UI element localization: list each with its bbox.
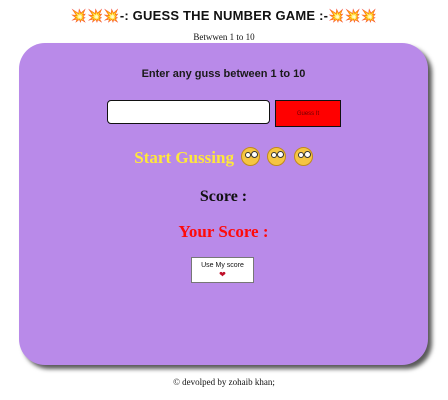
guess-button[interactable]: Guess It [275, 100, 341, 127]
dizzy-face-icon [293, 147, 313, 166]
score-label: Score : [199, 188, 248, 205]
use-score-button-label: Use My score [201, 262, 244, 269]
status-text: Start Gussing [134, 148, 234, 167]
status-message: Start Gussing [19, 147, 428, 168]
dizzy-face-icon [241, 147, 261, 166]
your-score-label: Your Score : [178, 222, 269, 241]
guess-prompt: Enter any guss between 1 to 10 [141, 68, 306, 80]
footer-credit: © devolped by zohaib khan; [173, 377, 275, 387]
guess-input[interactable] [107, 100, 270, 124]
dizzy-face-icon [267, 147, 287, 166]
game-card: Enter any guss between 1 to 10 Guess It … [19, 43, 428, 365]
page-subtitle: Betwwen 1 to 10 [193, 32, 255, 42]
heart-icon: ❤ [219, 270, 226, 279]
use-score-button[interactable]: Use My score ❤ [191, 257, 254, 283]
page-title: 💥💥💥-: GUESS THE NUMBER GAME :-💥💥💥 [70, 8, 378, 23]
